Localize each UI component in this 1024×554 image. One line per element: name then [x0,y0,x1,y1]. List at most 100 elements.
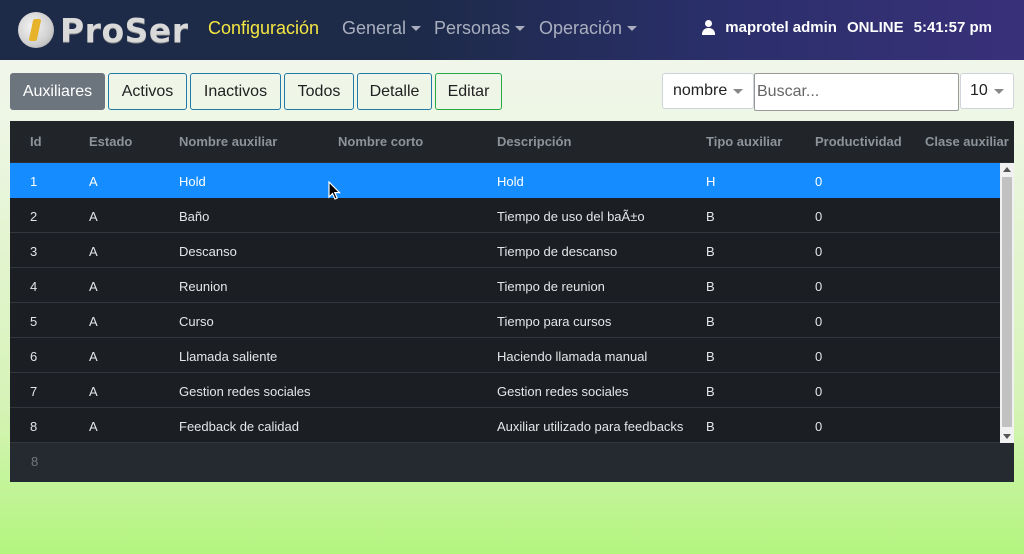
table-row[interactable]: 3 A Descanso Tiempo de descanso B 0 [10,233,1000,268]
cell-nombre-auxiliar: Llamada saliente [179,349,278,364]
cell-nombre-auxiliar: Feedback de calidad [179,419,299,434]
nav-general[interactable]: General [342,18,422,39]
cell-tipo-auxiliar: B [706,314,715,329]
cell-tipo-auxiliar: H [706,174,716,189]
chevron-down-icon [993,88,1004,94]
mouse-cursor-icon [328,181,341,200]
cell-descripcion: Tiempo de descanso [497,244,618,259]
table-row[interactable]: 7 A Gestion redes sociales Gestion redes so… [10,373,1000,408]
logo-text: ProSer [60,10,189,50]
cell-id: 4 [30,279,38,294]
page-size-select[interactable]: 10 [960,73,1014,109]
cell-nombre-auxiliar: Baño [179,209,210,224]
app-logo[interactable]: ProSer [18,9,189,51]
table-row[interactable]: 5 A Curso Tiempo para cursos B 0 [10,303,1000,338]
auxiliares-table: Id Estado Nombre auxiliar Nombre corto D… [10,121,1014,482]
cell-id: 1 [30,174,38,189]
cell-estado: A [89,279,98,294]
cell-tipo-auxiliar: B [706,384,715,399]
cell-nombre-auxiliar: Hold [179,174,206,189]
cell-estado: A [89,349,98,364]
cell-tipo-auxiliar: B [706,279,715,294]
column-header-clase-auxiliar[interactable]: Clase auxiliar [925,134,1009,149]
table-row[interactable]: 6 A Llamada saliente Haciendo llamada manua… [10,338,1000,373]
cell-id: 6 [30,349,38,364]
cell-estado: A [89,209,98,224]
table-row[interactable]: 4 A Reunion Tiempo de reunion B 0 [10,268,1000,303]
user-name: maprotel admin [725,19,837,36]
auxiliares-button[interactable]: Auxiliares [10,73,105,110]
cell-productividad: 0 [815,419,823,434]
column-header-nombre-auxiliar[interactable]: Nombre auxiliar [179,134,277,149]
cell-estado: A [89,419,98,434]
cell-id: 8 [30,419,38,434]
scroll-down-icon[interactable] [1003,434,1011,439]
column-header-productividad[interactable]: Productividad [815,134,902,149]
cell-descripcion: Gestion redes sociales [497,384,629,399]
nav-item-label: Configuración [208,18,320,38]
table-row[interactable]: 8 A Feedback de calidad Auxiliar utilizado … [10,408,1000,443]
column-header-tipo-auxiliar[interactable]: Tipo auxiliar [706,134,782,149]
activos-button[interactable]: Activos [108,73,187,110]
search-field-value: nombre [673,82,728,99]
chevron-down-icon [411,26,422,31]
cell-tipo-auxiliar: B [706,209,715,224]
cell-nombre-auxiliar: Reunion [179,279,228,294]
cell-descripcion: Tiempo de reunion [497,279,605,294]
cell-tipo-auxiliar: B [706,349,715,364]
user-area[interactable]: maprotel admin ONLINE 5:41:57 pm [702,19,992,36]
cell-descripcion: Tiempo de uso del baÃ±o [497,209,645,224]
scrollbar-thumb[interactable] [1002,177,1012,427]
cell-estado: A [89,174,98,189]
cell-productividad: 0 [815,349,823,364]
editar-button[interactable]: Editar [435,73,502,110]
nav-configuracion[interactable]: Configuración [208,18,319,39]
chevron-down-icon [515,26,526,31]
scroll-up-icon[interactable] [1003,167,1011,172]
search-field-select[interactable]: nombre [662,73,754,109]
chevron-down-icon [733,88,744,94]
table-row[interactable]: 1 A Hold Hold H 0 [10,163,1000,198]
top-navbar: ProSer Configuración General Personas Op… [0,0,1024,60]
cell-descripcion: Auxiliar utilizado para feedbacks [497,419,684,434]
table-row[interactable]: 2 A Baño Tiempo de uso del baÃ±o B 0 [10,198,1000,233]
cell-estado: A [89,244,98,259]
nav-operacion[interactable]: Operación [539,18,638,39]
user-status: ONLINE [846,19,904,36]
column-header-id[interactable]: Id [30,134,42,149]
table-header: Id Estado Nombre auxiliar Nombre corto D… [10,121,1014,163]
todos-button[interactable]: Todos [284,73,354,110]
cell-productividad: 0 [815,279,823,294]
user-icon [702,20,716,35]
cell-nombre-auxiliar: Descanso [179,244,237,259]
column-header-nombre-corto[interactable]: Nombre corto [338,134,423,149]
table-body: 1 A Hold Hold H 0 2 A Baño Tiempo de uso del baÃ±… [10,163,1000,443]
inactivos-button[interactable]: Inactivos [190,73,281,110]
nav-item-label: Operación [539,18,623,38]
cell-estado: A [89,384,98,399]
cell-id: 3 [30,244,38,259]
cell-id: 7 [30,384,38,399]
page-size-value: 10 [970,82,988,99]
cell-descripcion: Tiempo para cursos [497,314,612,329]
cell-id: 2 [30,209,38,224]
cell-productividad: 0 [815,314,823,329]
cell-tipo-auxiliar: B [706,419,715,434]
nav-personas[interactable]: Personas [434,18,526,39]
column-header-descripcion[interactable]: Descripción [497,134,571,149]
cell-tipo-auxiliar: B [706,244,715,259]
detalle-button[interactable]: Detalle [357,73,432,110]
cell-descripcion: Hold [497,174,524,189]
cell-nombre-auxiliar: Gestion redes sociales [179,384,311,399]
cell-nombre-auxiliar: Curso [179,314,214,329]
nav-item-label: Personas [434,18,511,38]
clock-time: 5:41:57 pm [913,19,992,36]
cell-productividad: 0 [815,244,823,259]
column-header-estado[interactable]: Estado [89,134,132,149]
chevron-down-icon [627,26,638,31]
cell-productividad: 0 [815,384,823,399]
cell-id: 5 [30,314,38,329]
search-input[interactable] [754,73,959,111]
table-scrollbar[interactable] [1000,163,1014,443]
nav-item-label: General [342,18,407,38]
